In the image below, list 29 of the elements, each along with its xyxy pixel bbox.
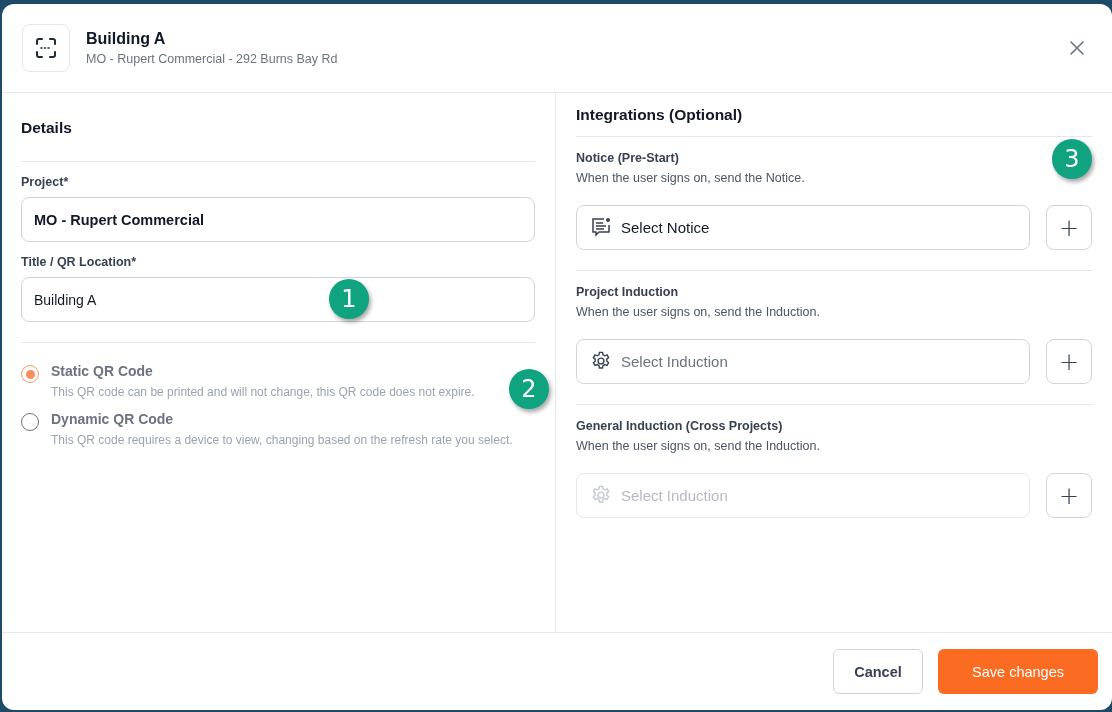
section-heading: Details [21, 118, 73, 138]
option-description: This QR code requires a device to view, changing based on the refresh rate you select. [51, 431, 514, 449]
cancel-button[interactable]: Cancel [833, 649, 923, 694]
section-title: Notice (Pre-Start) [576, 151, 679, 165]
section-title: Project Induction [576, 285, 679, 299]
scan-frame-icon [22, 24, 70, 72]
option-label: Dynamic QR Code [51, 410, 175, 427]
dialog-subtitle: MO - Rupert Commercial - 292 Burns Bay Rd [86, 52, 339, 66]
field-label: Project* [21, 175, 70, 189]
select-field[interactable]: Select Notice [576, 205, 1030, 250]
section-title: General Induction (Cross Projects) [576, 419, 783, 433]
option-description: This QR code can be printed and will not change, this QR code does not expire. [51, 384, 476, 401]
section-description: When the user signs on, send the Notice. [576, 171, 805, 185]
annotation-marker: 2 [509, 369, 549, 409]
add-button[interactable]: + [1046, 339, 1092, 384]
add-button[interactable]: + [1046, 473, 1092, 518]
add-button[interactable]: + [1046, 205, 1092, 250]
option-label: Static QR Code [51, 363, 154, 379]
settings-icon [590, 484, 612, 506]
section-description: When the user signs on, send the Induction. [576, 305, 820, 319]
select-field[interactable]: Select Induction [576, 339, 1030, 384]
text-field[interactable]: MO - Rupert Commercial [21, 197, 535, 242]
settings-icon [590, 350, 612, 372]
dialog-title: Building A [86, 30, 167, 48]
annotation-marker: 3 [1052, 139, 1092, 179]
message-icon [590, 216, 612, 238]
section-description: When the user signs on, send the Induction. [576, 439, 820, 453]
section-heading: Integrations (Optional) [576, 105, 744, 125]
field-label: Title / QR Location* [21, 255, 138, 269]
